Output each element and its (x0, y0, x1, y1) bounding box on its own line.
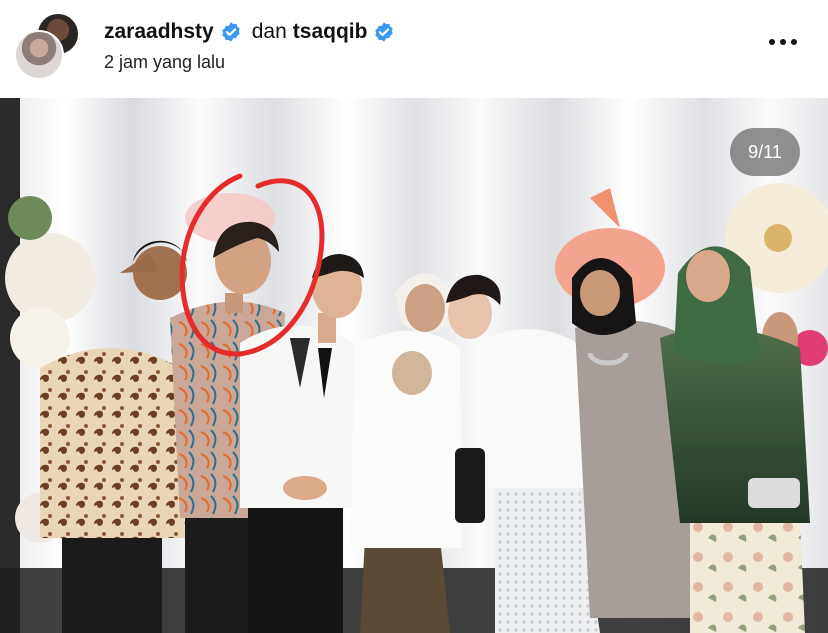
post-timestamp: 2 jam yang lalu (104, 52, 226, 72)
verified-badge-icon (222, 22, 240, 42)
username-zaraadhsty[interactable]: zaraadhsty (104, 20, 214, 44)
author-names: zaraadhsty dan tsaqqib (104, 20, 395, 44)
collab-avatars[interactable] (14, 12, 80, 80)
more-options-icon[interactable] (768, 36, 798, 48)
slide-counter: 9/11 (730, 128, 800, 176)
username-tsaqqib[interactable]: tsaqqib (293, 20, 368, 44)
group-photo-illustration (0, 98, 828, 633)
collab-connector: dan (251, 20, 287, 43)
post-photo[interactable]: 9/11 (0, 98, 828, 633)
post-header: zaraadhsty dan tsaqqib 2 jam yang lalu (0, 0, 828, 98)
avatar-zaraadhsty[interactable] (14, 30, 64, 80)
verified-badge-icon (375, 22, 394, 42)
